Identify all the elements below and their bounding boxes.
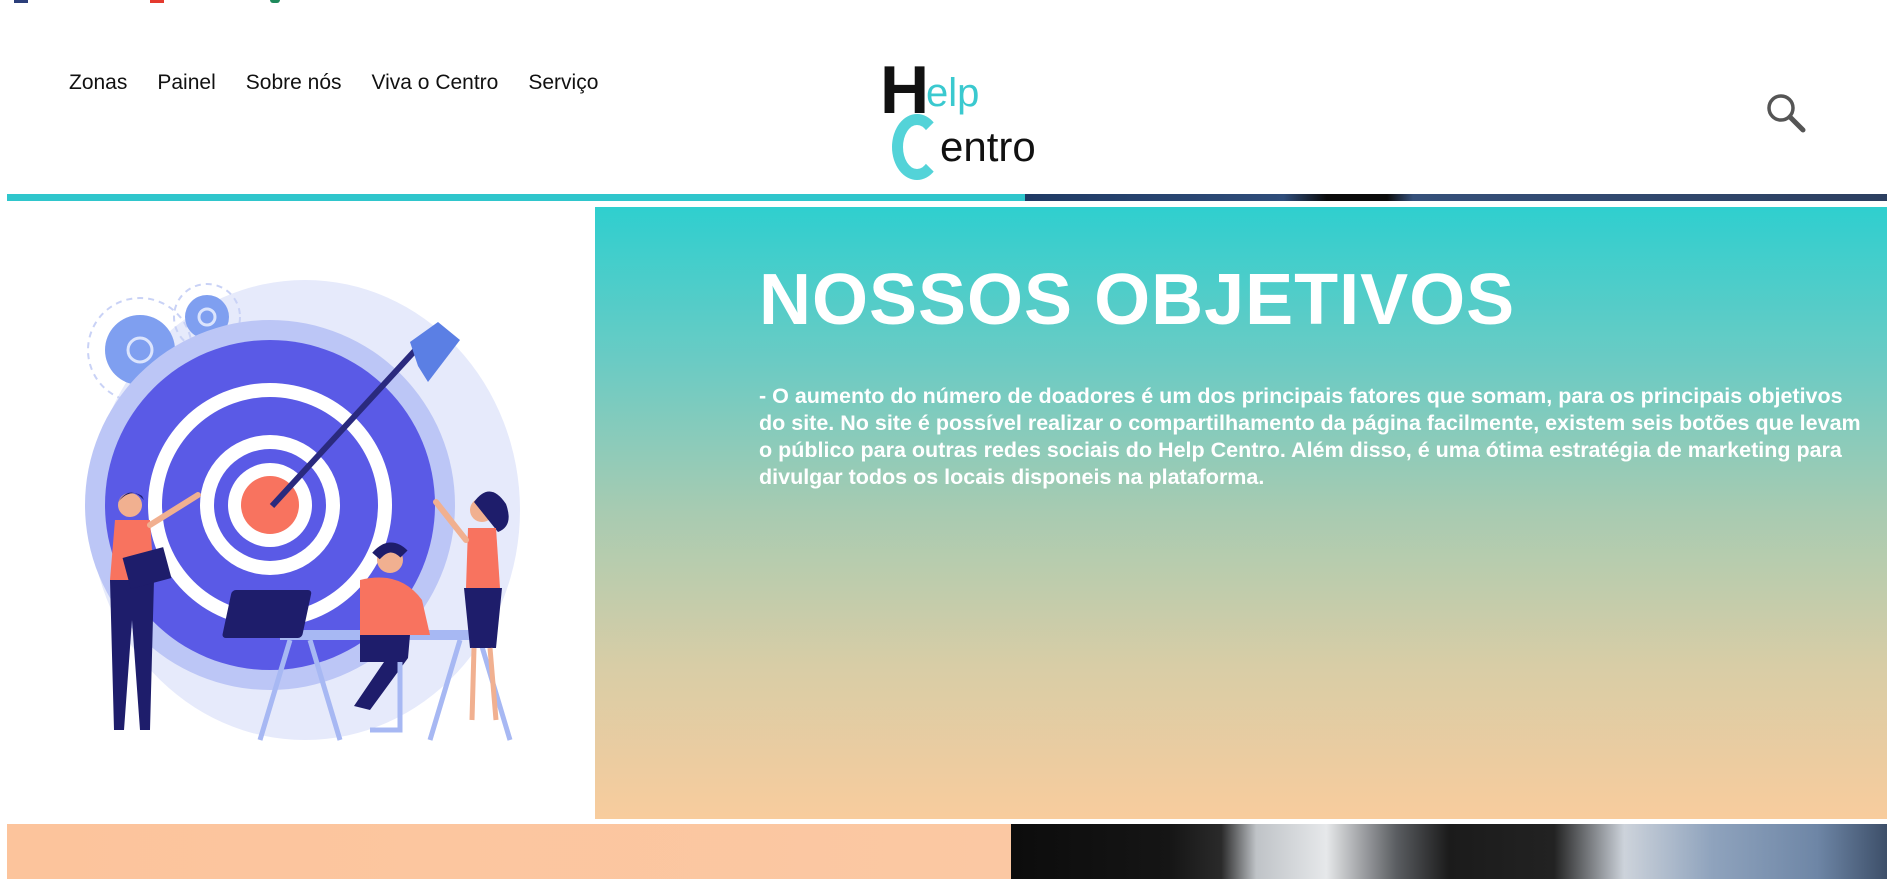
social-icons-strip — [14, 0, 284, 4]
whatsapp-icon[interactable] — [270, 0, 280, 3]
bottom-photo-panel — [1011, 824, 1887, 879]
help-centro-logo[interactable]: H elp entro — [876, 56, 1046, 190]
nav-item-sobre-nos[interactable]: Sobre nós — [246, 71, 342, 95]
page: Zonas Painel Sobre nós Viva o Centro Ser… — [0, 0, 1887, 879]
objectives-text: - O aumento do número de doadores é um d… — [759, 384, 1861, 489]
logo-word-elp: elp — [926, 71, 980, 115]
nav-item-painel[interactable]: Painel — [157, 71, 215, 95]
facebook-icon[interactable] — [14, 0, 28, 3]
nav-item-zonas[interactable]: Zonas — [69, 71, 127, 95]
main-nav: Zonas Painel Sobre nós Viva o Centro Ser… — [69, 71, 598, 95]
objectives-section: NOSSOS OBJETIVOS - O aumento do número d… — [595, 207, 1887, 819]
target-goal-illustration — [85, 280, 520, 741]
bottom-peach-panel — [7, 824, 1011, 879]
objectives-title: NOSSOS OBJETIVOS — [759, 260, 1516, 340]
header-divider-photo — [1025, 194, 1887, 201]
header-divider-teal — [7, 194, 1025, 201]
youtube-icon[interactable] — [150, 0, 164, 3]
nav-item-servico[interactable]: Serviço — [528, 71, 598, 95]
logo-letter-c — [892, 114, 942, 180]
logo-word-entro: entro — [940, 123, 1036, 170]
nav-item-viva-o-centro[interactable]: Viva o Centro — [372, 71, 499, 95]
search-icon[interactable] — [1765, 92, 1807, 134]
